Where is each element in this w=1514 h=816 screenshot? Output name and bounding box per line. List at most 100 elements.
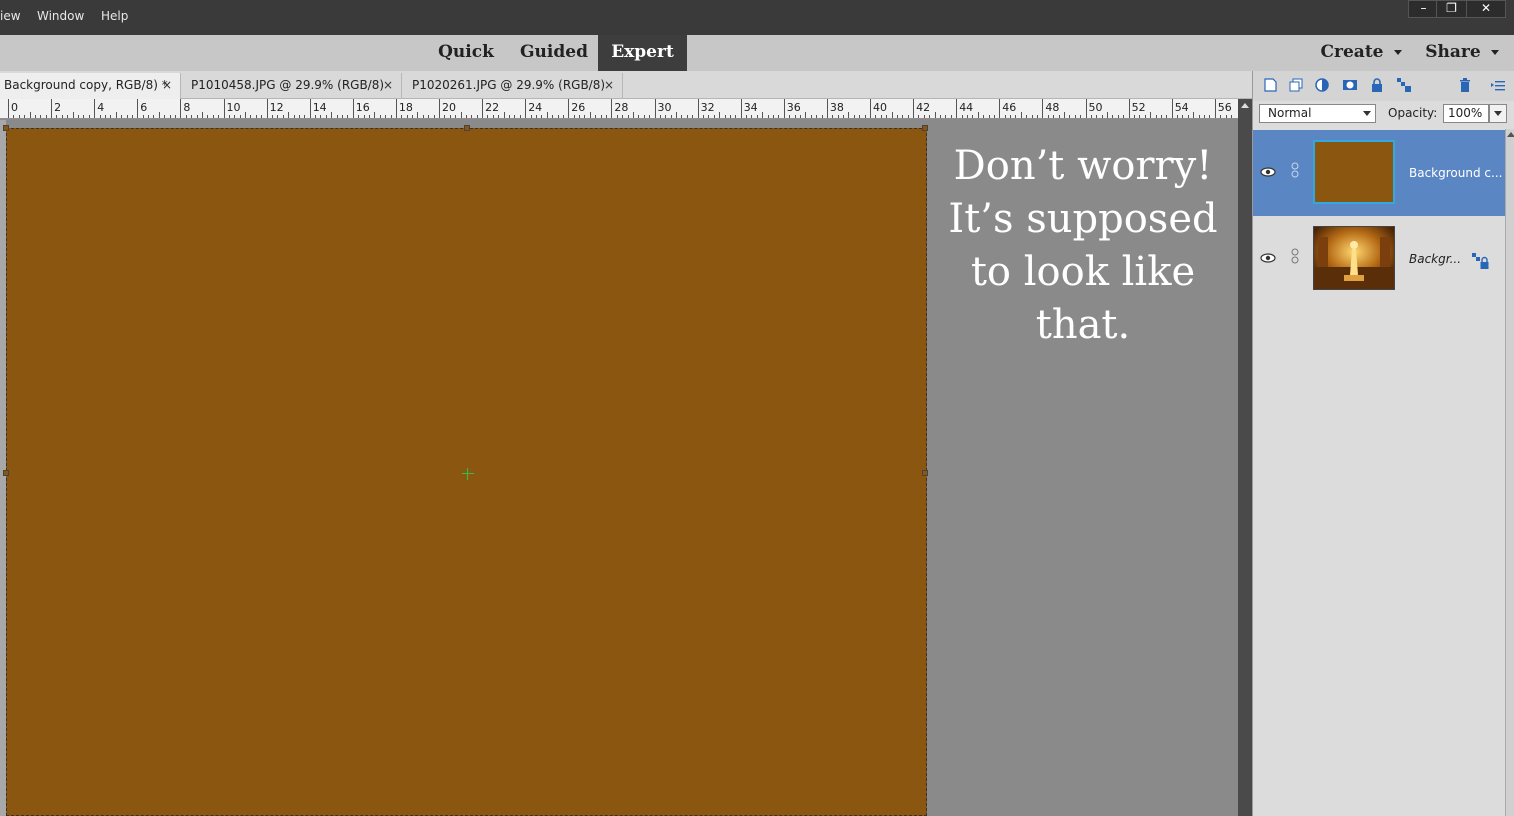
ruler-major-tick	[439, 99, 440, 118]
blend-mode-select[interactable]: Normal	[1259, 104, 1376, 123]
transform-handle[interactable]	[3, 470, 9, 476]
doc-tab-p1020261[interactable]: P1020261.JPG @ 29.9% (RGB/8) ×	[404, 73, 623, 99]
link-icon[interactable]	[1291, 162, 1299, 178]
layer-mask-icon[interactable]	[1342, 77, 1358, 93]
lock-transparent-icon[interactable]	[1396, 77, 1412, 93]
ruler-minor-tick	[676, 112, 678, 118]
ruler-minor-tick	[1193, 112, 1195, 118]
ruler-minor-tick	[843, 115, 845, 118]
mode-quick-button[interactable]: Quick	[430, 35, 502, 71]
ruler-minor-tick	[293, 115, 295, 118]
mode-guided-button[interactable]: Guided	[512, 35, 596, 71]
ruler-minor-tick	[1166, 115, 1168, 118]
ruler-minor-tick	[503, 112, 505, 118]
link-icon[interactable]	[1291, 248, 1299, 264]
ruler-minor-tick	[401, 115, 403, 118]
doc-tab-p1010458[interactable]: P1010458.JPG @ 29.9% (RGB/8) ×	[183, 73, 402, 99]
ruler-minor-tick	[29, 112, 31, 118]
ruler-minor-tick	[649, 115, 651, 118]
ruler-minor-tick	[1047, 115, 1049, 118]
ruler-minor-tick	[250, 115, 252, 118]
ruler-label: 12	[269, 101, 284, 114]
ruler-minor-tick	[573, 115, 575, 118]
ruler-minor-tick	[24, 115, 26, 118]
canvas-scrollbar[interactable]	[1238, 99, 1252, 816]
ruler-minor-tick	[756, 115, 758, 118]
ruler-minor-tick	[670, 115, 672, 118]
ruler-label: 8	[183, 101, 191, 114]
ruler-minor-tick	[541, 115, 543, 118]
ruler-label: 50	[1088, 101, 1103, 114]
ruler-minor-tick	[347, 115, 349, 118]
ruler-minor-tick	[514, 115, 516, 118]
layer-thumbnail[interactable]	[1313, 140, 1395, 204]
menu-view[interactable]: iew	[0, 9, 21, 23]
layers-panel: Normal Opacity: 100% Background c... Bac…	[1252, 71, 1514, 816]
transform-handle[interactable]	[3, 125, 9, 131]
transform-handle[interactable]	[464, 125, 470, 131]
close-tab-icon[interactable]: ×	[604, 73, 614, 97]
mode-expert-button[interactable]: Expert	[598, 35, 687, 71]
ruler-major-tick	[654, 99, 656, 118]
document-canvas[interactable]	[3, 125, 928, 816]
menu-help[interactable]: Help	[101, 9, 128, 23]
delete-layer-icon[interactable]	[1457, 77, 1473, 93]
ruler-minor-tick	[1204, 115, 1206, 118]
ruler-minor-tick	[67, 115, 69, 118]
ruler-minor-tick	[325, 115, 327, 118]
restore-button[interactable]: ❐	[1436, 0, 1467, 18]
create-button[interactable]: Create	[1316, 35, 1406, 71]
ruler-minor-tick	[358, 115, 360, 118]
ruler-minor-tick	[692, 115, 694, 118]
ruler-minor-tick	[848, 112, 850, 118]
ruler-minor-tick	[228, 115, 230, 118]
ruler-minor-tick	[487, 115, 489, 118]
ruler-minor-tick	[385, 115, 387, 118]
ruler-minor-tick	[320, 115, 322, 118]
layer-name[interactable]: Background c...	[1409, 166, 1502, 180]
layer-name[interactable]: Backgr...	[1409, 252, 1461, 266]
ruler-label: 46	[1002, 101, 1017, 114]
ruler-minor-tick	[907, 115, 909, 118]
doc-tab-background-copy[interactable]: Background copy, RGB/8) * ×	[0, 73, 181, 99]
ruler-minor-tick	[918, 115, 920, 118]
ruler-minor-tick	[945, 115, 947, 118]
layer-row-background[interactable]: Backgr...	[1253, 216, 1505, 302]
chevron-down-icon	[1363, 111, 1371, 116]
ruler-minor-tick	[923, 115, 925, 118]
ruler-minor-tick	[546, 112, 548, 118]
share-button[interactable]: Share	[1420, 35, 1504, 71]
close-tab-icon[interactable]: ×	[383, 73, 393, 97]
transform-handle[interactable]	[922, 470, 928, 476]
ruler-minor-tick	[724, 115, 726, 118]
menu-window[interactable]: Window	[37, 9, 84, 23]
reference-point-icon[interactable]	[462, 468, 474, 480]
ruler-minor-tick	[315, 115, 317, 118]
scroll-up-icon[interactable]	[1241, 103, 1249, 108]
transform-handle[interactable]	[922, 125, 928, 131]
opacity-input[interactable]: 100%	[1443, 104, 1489, 123]
new-group-icon[interactable]	[1288, 77, 1304, 93]
panel-menu-icon[interactable]	[1490, 77, 1506, 93]
lock-all-icon[interactable]	[1369, 77, 1385, 93]
ruler-major-tick	[999, 99, 1001, 118]
ruler-minor-tick	[1063, 112, 1065, 118]
ruler-minor-tick	[600, 115, 602, 118]
ruler-minor-tick	[185, 115, 187, 118]
layers-scrollbar[interactable]	[1505, 129, 1514, 816]
layer-row-background-copy[interactable]: Background c...	[1253, 130, 1505, 216]
opacity-dropdown-button[interactable]	[1489, 104, 1507, 123]
ruler-minor-tick	[45, 115, 47, 118]
new-layer-icon[interactable]	[1262, 77, 1278, 93]
lock-icon[interactable]	[1471, 252, 1489, 270]
close-window-button[interactable]: ✕	[1466, 0, 1506, 18]
visibility-eye-icon[interactable]	[1259, 164, 1277, 178]
ruler-label: 14	[312, 101, 327, 114]
close-tab-icon[interactable]: ×	[162, 73, 172, 97]
minimize-button[interactable]: –	[1408, 0, 1439, 18]
ruler-minor-tick	[1096, 115, 1098, 118]
scroll-up-icon[interactable]	[1507, 132, 1514, 137]
adjustment-layer-icon[interactable]	[1314, 77, 1330, 93]
layer-thumbnail[interactable]	[1313, 226, 1395, 290]
visibility-eye-icon[interactable]	[1259, 250, 1277, 264]
